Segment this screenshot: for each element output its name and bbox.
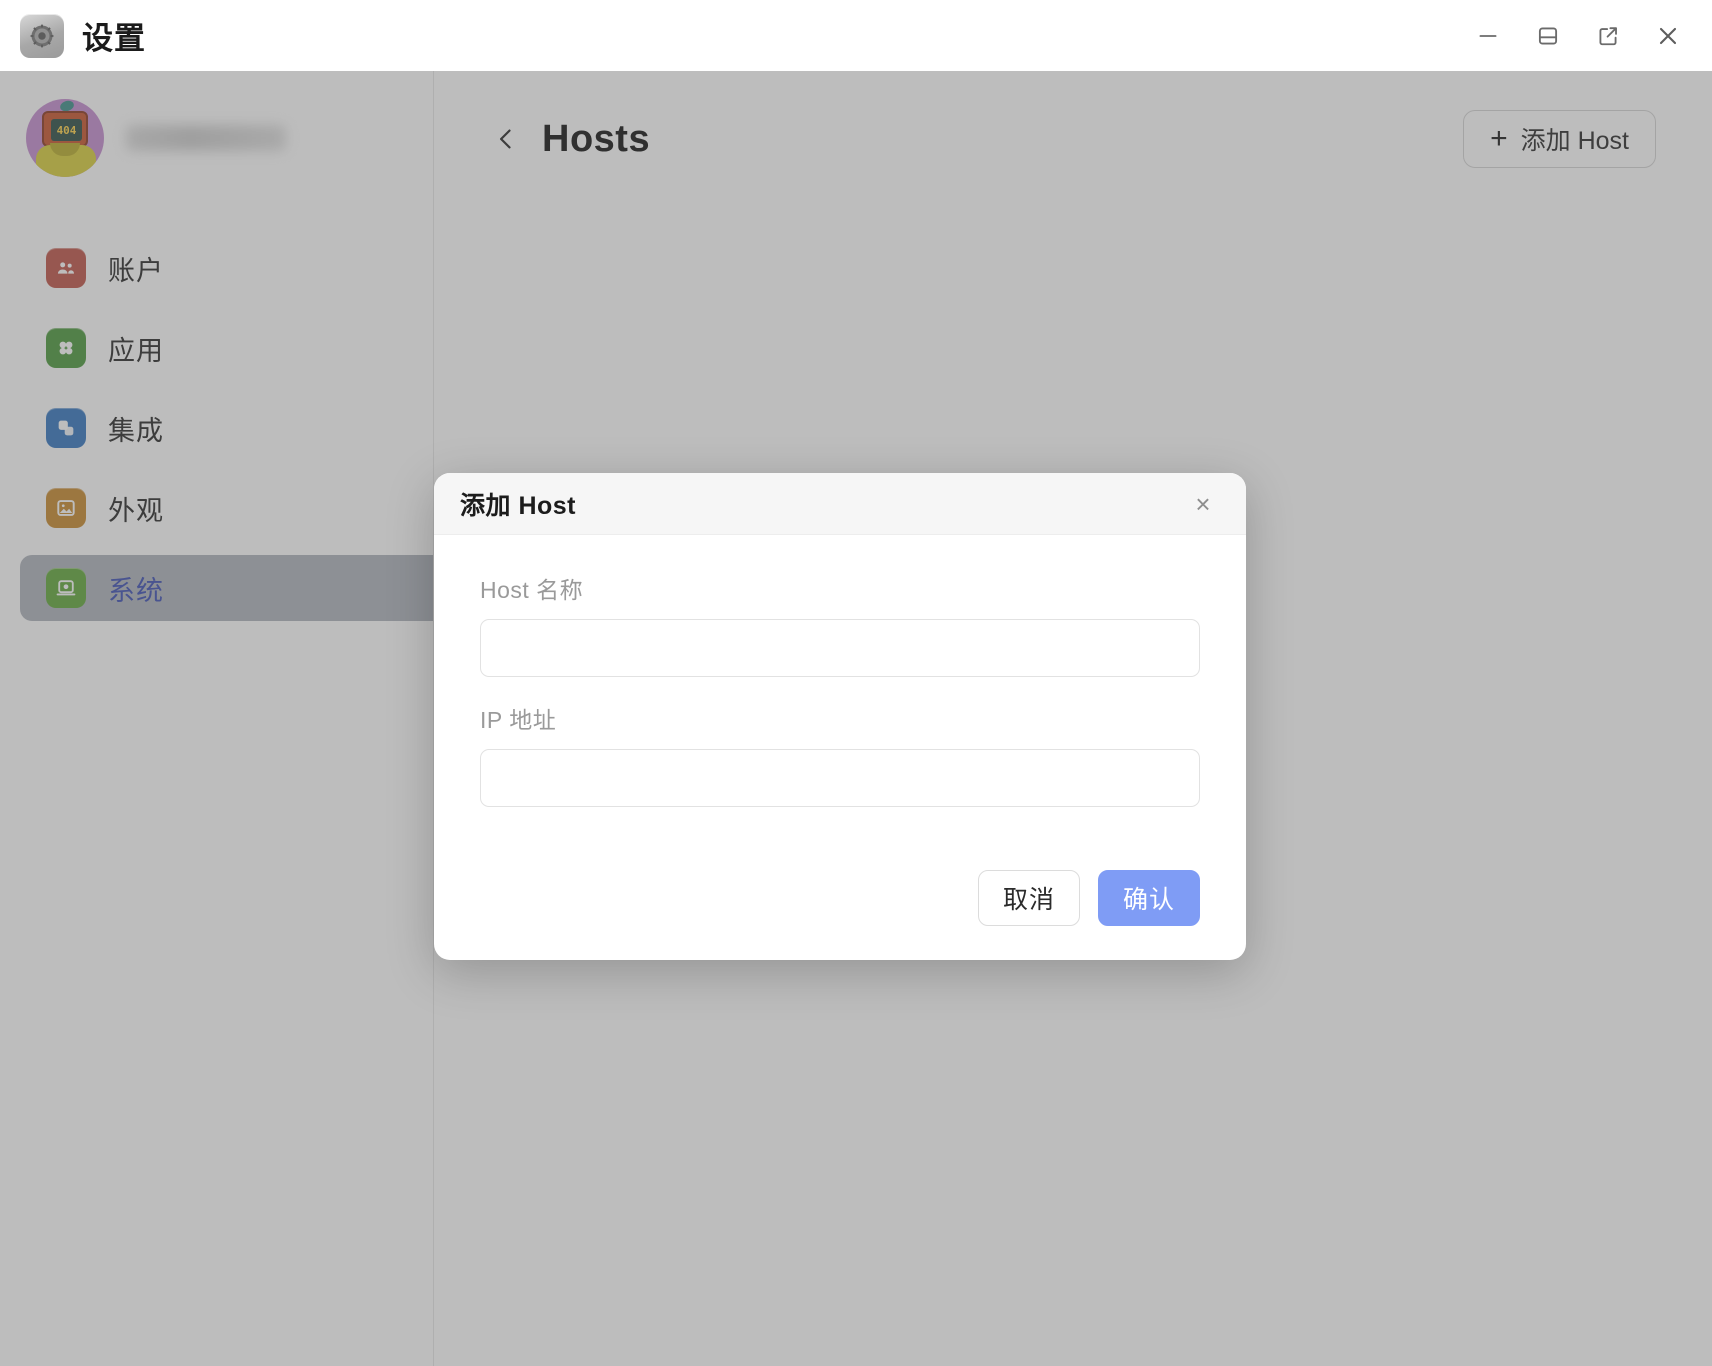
- dialog-body: Host 名称 IP 地址: [434, 535, 1246, 870]
- ip-address-label: IP 地址: [480, 707, 557, 733]
- confirm-button[interactable]: 确认: [1097, 870, 1200, 926]
- close-icon: [1659, 27, 1677, 44]
- app-title: 设置: [82, 21, 146, 56]
- gear-icon: [20, 13, 64, 58]
- cancel-button[interactable]: 取消: [977, 870, 1080, 926]
- external-link-icon: [1599, 26, 1617, 45]
- minimize-icon: [1479, 34, 1497, 37]
- split-view-icon: [1538, 26, 1558, 45]
- field-ip-address: IP 地址: [480, 701, 1200, 807]
- host-name-label: Host 名称: [480, 577, 584, 603]
- ip-address-input[interactable]: [480, 749, 1200, 807]
- host-name-input[interactable]: [480, 619, 1200, 677]
- split-view-button[interactable]: [1518, 10, 1578, 62]
- dialog-title: 添加 Host: [460, 491, 577, 520]
- dialog-footer: 取消 确认: [434, 870, 1246, 960]
- close-button[interactable]: [1638, 10, 1698, 62]
- popout-button[interactable]: [1578, 10, 1638, 62]
- settings-window: 设置 404 账户 应用 集成 外观 系统 Hosts + 添加 Host 添加…: [0, 0, 1712, 1366]
- title-bar-left: 设置: [0, 13, 146, 58]
- window-controls: [1458, 0, 1698, 71]
- field-host-name: Host 名称: [480, 571, 1200, 677]
- close-icon[interactable]: ×: [1186, 487, 1220, 521]
- add-host-dialog: 添加 Host × Host 名称 IP 地址 取消 确认: [434, 473, 1246, 960]
- title-bar: 设置: [0, 0, 1712, 71]
- dialog-header: 添加 Host ×: [434, 473, 1246, 535]
- minimize-button[interactable]: [1458, 10, 1518, 62]
